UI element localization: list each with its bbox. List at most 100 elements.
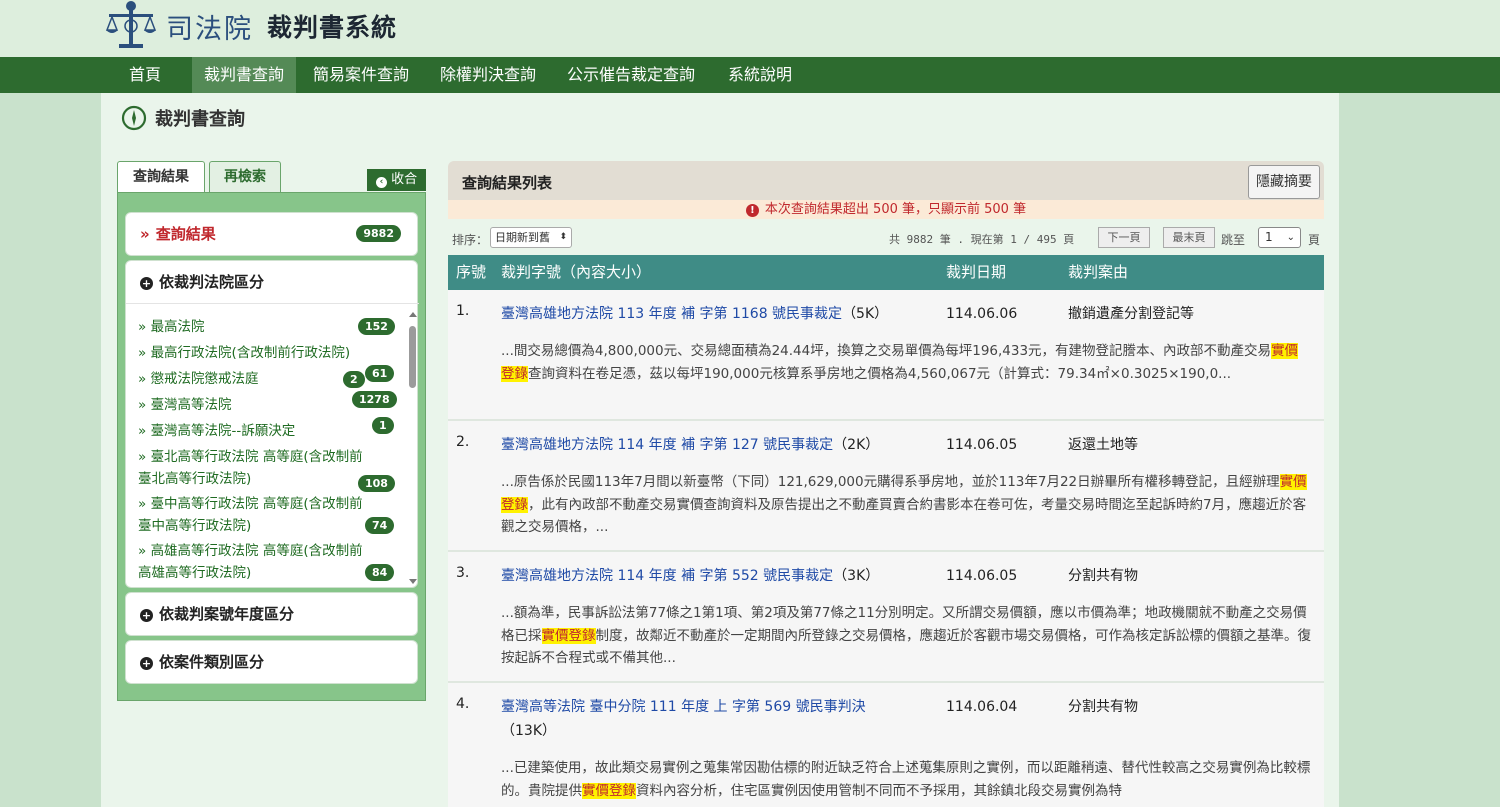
notice-text: 本次查詢結果超出 500 筆，只顯示前 500 筆 bbox=[764, 202, 1027, 217]
nav-item-judgment-search[interactable]: 裁判書查詢 bbox=[192, 57, 297, 93]
sidebar-body: » 查詢結果 9882 + 依裁判法院區分 » 最高法院 152 » 最高行政法院(… bbox=[117, 192, 426, 701]
judgment-date: 114.06.06 bbox=[946, 306, 1018, 322]
pagination-bar: 排序： 日期新到舊 ⬍ 共 9882 筆 . 現在第 1 / 495 頁 下一頁… bbox=[448, 221, 1324, 255]
results-card: » 查詢結果 9882 bbox=[125, 212, 418, 256]
collapse-button[interactable]: ‹ 收合 bbox=[367, 169, 426, 191]
column-header-date: 裁判日期 bbox=[946, 263, 1007, 281]
exclamation-circle-icon: ! bbox=[745, 204, 759, 217]
sort-select[interactable]: 日期新到舊 ⬍ bbox=[490, 227, 572, 248]
type-filter-card: + 依案件類別區分 bbox=[125, 640, 418, 684]
table-row: 2. 臺灣高雄地方法院 114 年度 補 字第 127 號民事裁定（2K） 11… bbox=[448, 421, 1324, 552]
site-system-name: 裁判書系統 bbox=[267, 13, 398, 42]
nav-item-home[interactable]: 首頁 bbox=[117, 57, 173, 93]
case-link[interactable]: 臺灣高雄地方法院 113 年度 補 字第 1168 號民事裁定 bbox=[501, 306, 842, 322]
row-number: 3. bbox=[456, 565, 470, 581]
case-link[interactable]: 臺灣高等法院 臺中分院 111 年度 上 字第 569 號民事判決 bbox=[501, 699, 866, 715]
results-link[interactable]: » 查詢結果 9882 bbox=[126, 213, 417, 255]
case-summary: ...額為準，民事訴訟法第77條之1第1項、第2項及第77條之11分別明定。又所… bbox=[501, 605, 1311, 666]
page-select[interactable]: 1 ⌄ bbox=[1258, 227, 1301, 248]
court-item-disciplinary[interactable]: » 懲戒法院懲戒法庭 2 61 bbox=[138, 365, 398, 390]
year-filter-header[interactable]: + 依裁判案號年度區分 bbox=[126, 593, 417, 635]
chevron-down-icon: ⌄ bbox=[1286, 232, 1295, 243]
court-item-taiwan-high-petition[interactable]: » 臺灣高等法院--訴願決定 1 bbox=[138, 417, 398, 442]
site-header: 司法院 裁判書系統 bbox=[0, 0, 1500, 57]
result-limit-notice: ! 本次查詢結果超出 500 筆，只顯示前 500 筆 bbox=[448, 200, 1324, 219]
column-header-no: 序號 bbox=[456, 263, 487, 281]
case-reason: 分割共有物 bbox=[1068, 699, 1138, 715]
judgment-date: 114.06.05 bbox=[946, 437, 1018, 453]
court-item-supreme[interactable]: » 最高法院 152 bbox=[138, 316, 398, 338]
last-page-button[interactable]: 最末頁 bbox=[1163, 227, 1215, 248]
court-filter-label: 依裁判法院區分 bbox=[159, 273, 265, 291]
main-nav: 首頁 裁判書查詢 簡易案件查詢 除權判決查詢 公示催告裁定查詢 系統說明 bbox=[0, 57, 1500, 93]
court-item-taipei-high-admin[interactable]: » 臺北高等行政法院 高等庭(含改制前 臺北高等行政法院) 108 bbox=[138, 446, 398, 492]
nav-item-public-notice-search[interactable]: 公示催告裁定查詢 bbox=[555, 57, 707, 93]
nav-item-exclusion-judgment-search[interactable]: 除權判決查詢 bbox=[428, 57, 548, 93]
court-item-taichung-high-admin[interactable]: » 臺中高等行政法院 高等庭(含改制前 臺中高等行政法院) 74 bbox=[138, 493, 398, 537]
case-summary: ...已建築使用，故此類交易實例之蒐集常因勘估標的附近缺乏符合上述蒐集原則之實例… bbox=[501, 760, 1311, 799]
page-info: 共 9882 筆 . 現在第 1 / 495 頁 bbox=[889, 233, 1075, 246]
court-count-badge: 152 bbox=[358, 318, 395, 335]
tab-query-results[interactable]: 查詢結果 bbox=[117, 161, 205, 193]
court-count-badge: 1 bbox=[372, 417, 394, 434]
court-list: » 最高法院 152 » 最高行政法院(含改制前行政法院) » 懲戒法院懲戒法庭… bbox=[126, 303, 419, 589]
tab-re-search[interactable]: 再檢索 bbox=[209, 161, 281, 193]
select-updown-icon: ⬍ bbox=[559, 232, 567, 242]
court-count-badge: 61 bbox=[365, 365, 395, 382]
case-cell: 臺灣高雄地方法院 113 年度 補 字第 1168 號民事裁定（5K） bbox=[501, 302, 888, 326]
site-logo[interactable]: 司法院 裁判書系統 bbox=[104, 0, 397, 52]
row-number: 4. bbox=[456, 696, 470, 712]
court-count-badge: 84 bbox=[365, 564, 395, 581]
hide-summary-button[interactable]: 隱藏摘要 bbox=[1248, 165, 1320, 199]
type-filter-header[interactable]: + 依案件類別區分 bbox=[126, 641, 417, 683]
scroll-up-arrow-icon[interactable] bbox=[409, 312, 417, 317]
keyword-highlight: 實價登錄 bbox=[541, 627, 596, 644]
results-count-badge: 9882 bbox=[356, 225, 401, 242]
case-link[interactable]: 臺灣高雄地方法院 114 年度 補 字第 127 號民事裁定 bbox=[501, 437, 833, 453]
plus-circle-icon: + bbox=[140, 609, 153, 622]
results-label: 查詢結果 bbox=[155, 225, 216, 243]
court-count-badge: 2 bbox=[343, 371, 365, 388]
court-item-taiwan-high[interactable]: » 臺灣高等法院 1278 bbox=[138, 391, 398, 416]
case-cell: 臺灣高雄地方法院 114 年度 補 字第 552 號民事裁定（3K） bbox=[501, 564, 879, 588]
court-count-badge: 108 bbox=[358, 475, 395, 492]
sort-select-value: 日期新到舊 bbox=[495, 231, 550, 244]
type-filter-label: 依案件類別區分 bbox=[159, 653, 265, 671]
page-unit-label: 頁 bbox=[1308, 233, 1321, 247]
case-summary: ...間交易總價為4,800,000元、交易總面積為24.44坪，換算之交易單價… bbox=[501, 343, 1299, 382]
sort-label: 排序： bbox=[452, 233, 489, 247]
page-select-value: 1 bbox=[1265, 230, 1273, 244]
court-list-scrollbar[interactable] bbox=[408, 312, 417, 584]
court-item-supreme-admin[interactable]: » 最高行政法院(含改制前行政法院) bbox=[138, 342, 398, 364]
court-count-badge: 74 bbox=[365, 517, 395, 534]
case-size: （13K） bbox=[501, 723, 556, 739]
row-number: 1. bbox=[456, 303, 470, 319]
next-page-button[interactable]: 下一頁 bbox=[1098, 227, 1150, 248]
site-org-name: 司法院 bbox=[166, 13, 253, 45]
court-filter-header[interactable]: + 依裁判法院區分 bbox=[126, 261, 417, 303]
table-row: 3. 臺灣高雄地方法院 114 年度 補 字第 552 號民事裁定（3K） 11… bbox=[448, 552, 1324, 683]
court-item-kaohsiung-high-admin[interactable]: » 高雄高等行政法院 高等庭(含改制前 高雄高等行政法院) 84 bbox=[138, 540, 398, 584]
column-header-case: 裁判字號（內容大小） bbox=[501, 263, 652, 281]
nav-item-system-help[interactable]: 系統說明 bbox=[716, 57, 804, 93]
table-row: 4. 臺灣高等法院 臺中分院 111 年度 上 字第 569 號民事判決 （13K… bbox=[448, 683, 1324, 807]
case-cell: 臺灣高雄地方法院 114 年度 補 字第 127 號民事裁定（2K） bbox=[501, 433, 879, 457]
scrollbar-thumb[interactable] bbox=[409, 326, 416, 388]
judgment-date: 114.06.04 bbox=[946, 699, 1018, 715]
nav-item-simple-case-search[interactable]: 簡易案件查詢 bbox=[301, 57, 421, 93]
plus-circle-icon: + bbox=[140, 277, 153, 290]
case-reason: 撤銷遺產分割登記等 bbox=[1068, 306, 1194, 322]
case-reason: 返還土地等 bbox=[1068, 437, 1138, 453]
plus-circle-icon: + bbox=[140, 657, 153, 670]
case-size: （2K） bbox=[833, 437, 880, 453]
page-title-text: 裁判書查詢 bbox=[155, 109, 245, 130]
results-header: 查詢結果列表 隱藏摘要 bbox=[448, 161, 1324, 200]
case-reason: 分割共有物 bbox=[1068, 568, 1138, 584]
case-cell: 臺灣高等法院 臺中分院 111 年度 上 字第 569 號民事判決 （13K） bbox=[501, 695, 931, 743]
judgment-date: 114.06.05 bbox=[946, 568, 1018, 584]
case-link[interactable]: 臺灣高雄地方法院 114 年度 補 字第 552 號民事裁定 bbox=[501, 568, 833, 584]
chevron-left-icon: ‹ bbox=[375, 177, 387, 188]
sidebar: 查詢結果 再檢索 ‹ 收合 » 查詢結果 9882 + 依裁判法院區分 » 最高法院 bbox=[117, 161, 426, 701]
court-count-badge: 1278 bbox=[352, 391, 397, 408]
scroll-down-arrow-icon[interactable] bbox=[409, 579, 417, 584]
